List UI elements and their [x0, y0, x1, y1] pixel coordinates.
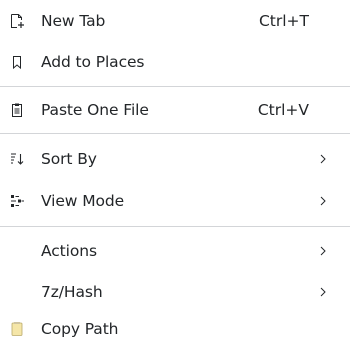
- context-menu: New Tab Ctrl+T Add to Places Paste One F…: [0, 0, 350, 350]
- paste-icon: [12, 103, 22, 117]
- menu-item-copy-path[interactable]: Copy Path: [0, 309, 350, 349]
- bookmark-icon: [13, 56, 21, 70]
- menu-item-7z-hash[interactable]: 7z/Hash: [0, 272, 350, 312]
- sort-icon: [11, 153, 24, 165]
- menu-item-label: View Mode: [41, 192, 125, 210]
- menu-item-new-tab[interactable]: New Tab Ctrl+T: [0, 1, 350, 41]
- view-mode-icon: [11, 195, 24, 207]
- chevron-right-icon: [320, 196, 326, 206]
- menu-item-label: Actions: [41, 242, 97, 260]
- menu-item-paste-one-file[interactable]: Paste One File Ctrl+V: [0, 90, 350, 130]
- shortcut-label: Ctrl+V: [257, 101, 309, 119]
- copy-path-icon: [11, 322, 23, 336]
- menu-separator: [0, 226, 350, 227]
- chevron-right-icon: [320, 154, 326, 164]
- menu-item-add-to-places[interactable]: Add to Places: [0, 42, 350, 82]
- menu-item-label: Copy Path: [41, 320, 119, 338]
- new-tab-icon: [11, 14, 24, 28]
- menu-item-label: Add to Places: [41, 53, 145, 71]
- menu-item-sort-by[interactable]: Sort By: [0, 139, 350, 179]
- menu-item-actions[interactable]: Actions: [0, 231, 350, 271]
- shortcut-label: Ctrl+T: [258, 12, 309, 30]
- menu-item-label: Paste One File: [41, 101, 149, 119]
- menu-item-label: New Tab: [41, 12, 106, 30]
- chevron-right-icon: [320, 287, 326, 297]
- menu-item-label: Sort By: [41, 150, 97, 168]
- menu-item-view-mode[interactable]: View Mode: [0, 181, 350, 221]
- menu-separator: [0, 86, 350, 87]
- menu-separator: [0, 133, 350, 134]
- menu-item-label: 7z/Hash: [41, 283, 103, 301]
- chevron-right-icon: [320, 246, 326, 256]
